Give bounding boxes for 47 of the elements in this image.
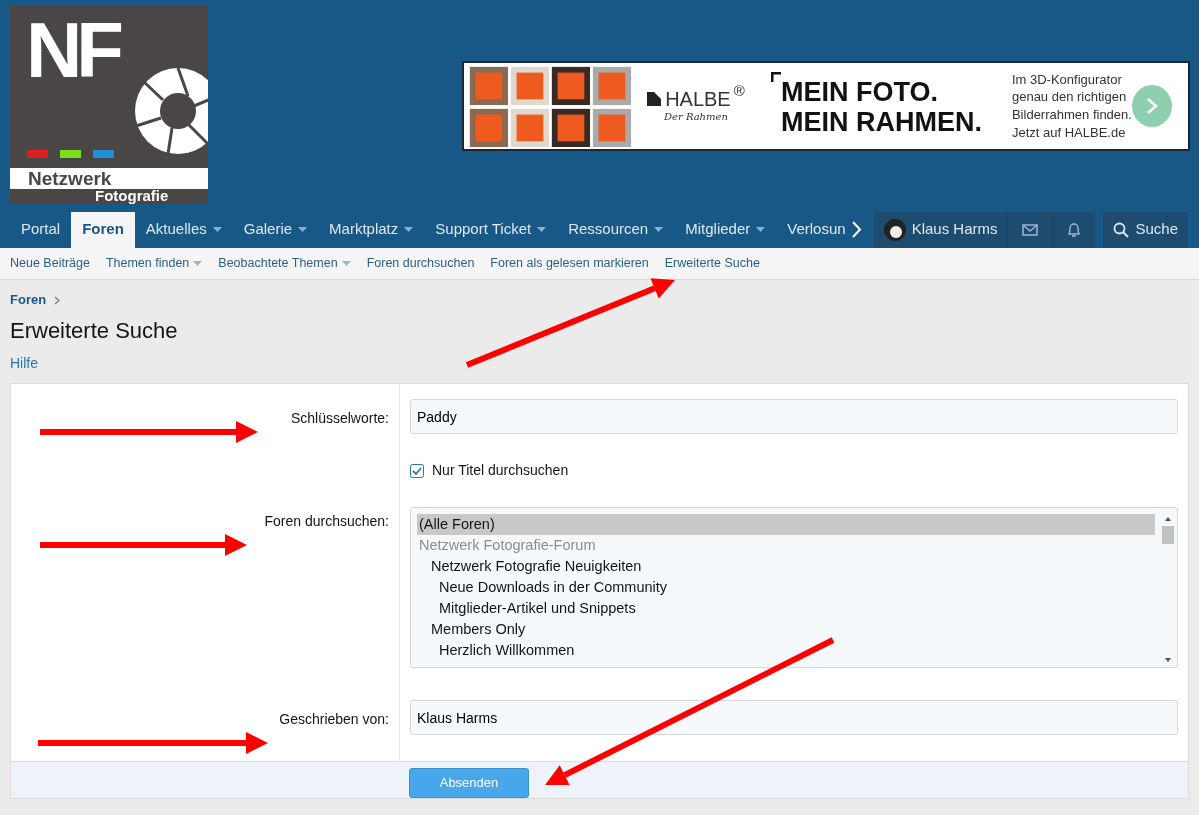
nav-tab[interactable]: Marktplatz bbox=[318, 211, 425, 248]
subnav-link[interactable]: Foren als gelesen markieren bbox=[490, 254, 649, 273]
corner-mark-icon bbox=[770, 72, 781, 83]
help-link[interactable]: Hilfe bbox=[10, 355, 38, 371]
ad-text: Im 3D-Konfigurator bbox=[1011, 70, 1123, 89]
ad-text: genau den richtigen bbox=[1011, 88, 1128, 106]
keywords-field[interactable]: Paddy bbox=[410, 399, 1178, 434]
search-button[interactable]: Suche bbox=[1103, 211, 1189, 248]
logo-text: Netzwerk bbox=[28, 169, 112, 188]
nav-tab[interactable]: Portal bbox=[10, 211, 72, 248]
avatar bbox=[883, 218, 906, 241]
subnav-link[interactable]: Neue Beiträge bbox=[10, 254, 90, 273]
list-option[interactable]: (Alle Foren) bbox=[417, 514, 1155, 536]
ad-text: Bilderrahmen finden. bbox=[1011, 106, 1132, 124]
chevron-right-icon bbox=[1145, 97, 1158, 115]
subnav-link[interactable]: Foren durchsuchen bbox=[366, 254, 475, 273]
breadcrumb-link[interactable]: Foren bbox=[10, 290, 47, 310]
logo-initials: NF bbox=[26, 8, 118, 94]
title-only-checkbox[interactable]: Nur Titel durchsuchen bbox=[410, 460, 1178, 482]
bell-icon bbox=[1067, 221, 1082, 238]
logo-text: Fotografie bbox=[95, 188, 169, 203]
checkbox[interactable] bbox=[410, 463, 424, 478]
subnav-link[interactable]: Beobachtete Themen bbox=[218, 254, 351, 273]
page-title: Erweiterte Suche bbox=[10, 318, 178, 345]
subnav-link[interactable]: Erweiterte Suche bbox=[664, 254, 760, 273]
nav-tab[interactable]: Support Ticket bbox=[424, 211, 558, 248]
nav-tab[interactable]: Ressourcen bbox=[557, 211, 675, 248]
brand-tagline: Der Rahmen bbox=[664, 109, 728, 124]
author-field[interactable]: Klaus Harms bbox=[410, 700, 1178, 736]
field-label: Geschrieben von: bbox=[279, 711, 389, 728]
ad-banner[interactable]: HALBE$^{®}$ Der Rahmen MEIN FOTO. MEIN RAHMEN. Im 3D-Konfigurator genau den richtigen Bilderrahmen finden. Jetzt auf HALBE.de bbox=[462, 61, 1190, 151]
field-label: Schlüsselworte: bbox=[290, 410, 389, 426]
field-label: Foren durchsuchen: bbox=[264, 513, 389, 530]
nav-tab[interactable]: Galerie bbox=[232, 211, 319, 248]
nav-tab[interactable]: Aktuelles bbox=[134, 211, 233, 248]
nav-tab[interactable]: Verlosun bbox=[776, 211, 846, 248]
site-logo[interactable]: NF Netzwerk Fotografie bbox=[10, 6, 208, 204]
envelope-icon bbox=[1022, 223, 1039, 236]
nav-tab[interactable]: Foren bbox=[71, 211, 135, 248]
search-icon bbox=[1113, 221, 1130, 238]
subnav-link[interactable]: Themen finden bbox=[105, 254, 203, 273]
brand-icon bbox=[647, 91, 662, 106]
nav-tab[interactable]: Mitglieder bbox=[674, 211, 777, 248]
ad-text: Jetzt auf HALBE.de bbox=[1011, 123, 1127, 142]
ad-headline: MEIN FOTO. bbox=[780, 78, 939, 108]
chevron-right-icon bbox=[54, 295, 61, 305]
ad-headline: MEIN RAHMEN. bbox=[780, 108, 982, 138]
